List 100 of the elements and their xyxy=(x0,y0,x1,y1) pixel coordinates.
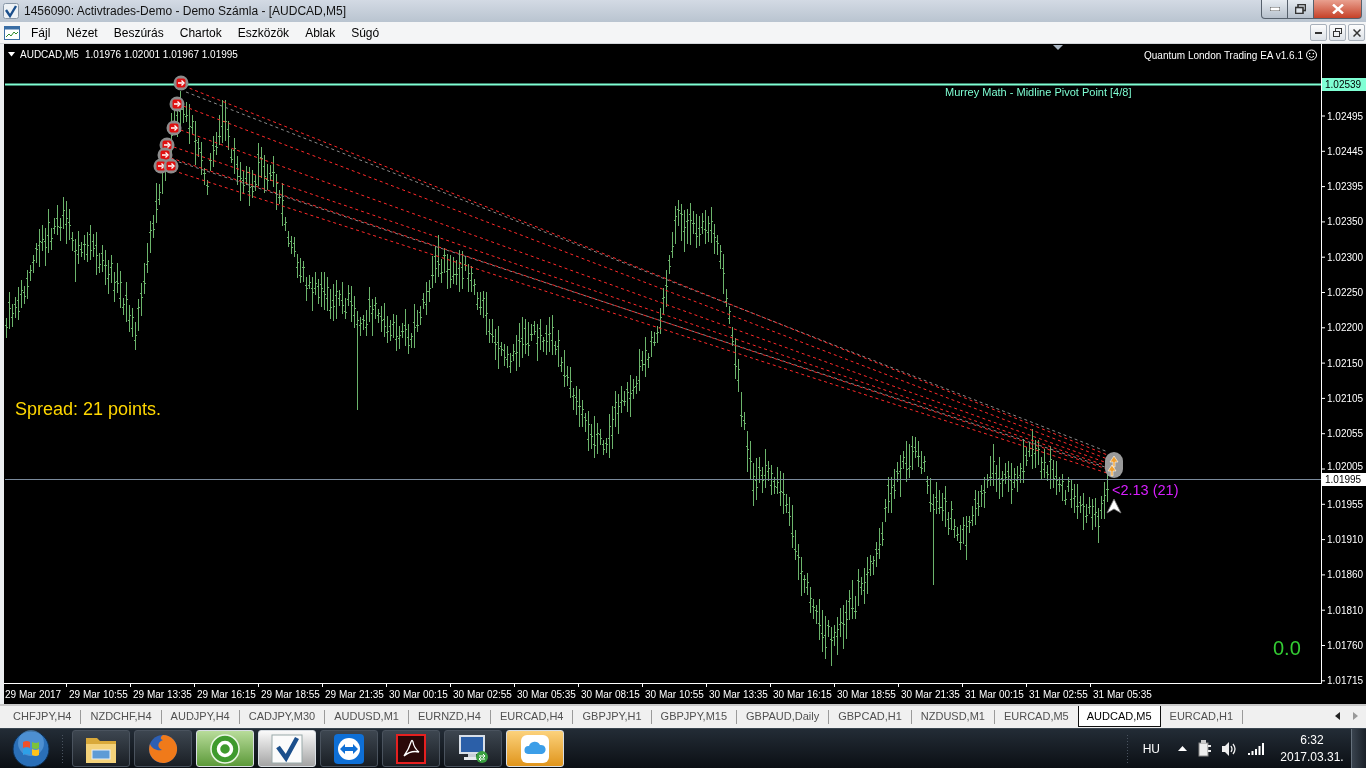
time-axis-label: 31 Mar 05:35 xyxy=(1093,689,1152,700)
menu-item[interactable]: Fájl xyxy=(23,23,59,42)
chart-tab[interactable]: AUDUSD,M1 xyxy=(325,706,408,727)
time-axis-label: 29 Mar 2017 xyxy=(5,689,62,700)
restore-icon xyxy=(1333,28,1342,37)
minimize-icon xyxy=(1269,7,1280,11)
taskbar-button[interactable] xyxy=(134,730,192,767)
time-axis-label: 30 Mar 02:55 xyxy=(453,689,512,700)
price-axis-label: 1.02005 xyxy=(1327,460,1364,472)
chart-tab[interactable]: GBPAUD,Daily xyxy=(737,706,829,727)
price-tag: 1.02539 xyxy=(1322,78,1366,91)
taskbar-button[interactable] xyxy=(444,730,502,767)
price-axis-label: 1.02105 xyxy=(1327,392,1364,404)
time-axis-label: 30 Mar 21:35 xyxy=(901,689,960,700)
price-axis-label: 1.02445 xyxy=(1327,145,1364,157)
close-button[interactable] xyxy=(1348,24,1365,41)
chart-tab[interactable]: NZDUSD,M1 xyxy=(911,706,994,727)
time-axis-label: 30 Mar 16:15 xyxy=(773,689,832,700)
price-axis-label: 1.02250 xyxy=(1327,287,1364,298)
chart-tab[interactable]: EURCAD,H4 xyxy=(490,706,573,727)
taskbar-button[interactable] xyxy=(382,730,440,767)
menu-item[interactable]: Beszúrás xyxy=(105,23,172,42)
menu-item[interactable]: Ablak xyxy=(297,23,344,42)
time-axis-label: 29 Mar 13:35 xyxy=(133,689,192,700)
time-axis-label: 30 Mar 18:55 xyxy=(837,689,896,700)
arrow-marker-icon xyxy=(169,96,185,112)
expert-name: Quantum London Trading EA v1.6.1 xyxy=(1144,50,1303,61)
chart-tab[interactable]: NZDCHF,H4 xyxy=(81,706,161,727)
speaker-icon[interactable] xyxy=(1222,741,1238,756)
price-axis-label: 1.01860 xyxy=(1327,569,1364,581)
monitor-icon xyxy=(457,733,489,764)
triangle-up-icon xyxy=(1178,746,1187,751)
restore-button[interactable] xyxy=(1329,24,1346,41)
triangle-right-icon xyxy=(1352,712,1358,720)
menu-item[interactable]: Chartok xyxy=(171,23,230,42)
window-title: 1456090: Activtrades-Demo - Demo Számla - [AUDCAD,M5] xyxy=(24,4,347,18)
minimize-button[interactable] xyxy=(1310,24,1327,41)
menu-item[interactable]: Súgó xyxy=(343,23,388,42)
restore-icon xyxy=(1295,4,1306,14)
price-axis-label: 1.02200 xyxy=(1327,322,1364,334)
price-axis-label: 1.02350 xyxy=(1327,216,1364,228)
taskbar-button[interactable] xyxy=(320,730,378,767)
ohlc-quotes: 1.01976 1.02001 1.01967 1.01995 xyxy=(85,49,238,60)
trade-label: <2.13 (21) xyxy=(1112,482,1179,498)
chart-tab[interactable]: CADJPY,M30 xyxy=(239,706,325,727)
pivot-label: Murrey Math - Midline Pivot Point [4/8] xyxy=(945,86,1132,98)
price-axis-label: 1.01955 xyxy=(1327,498,1364,510)
pdf-icon xyxy=(396,733,426,764)
time-axis-label: 30 Mar 00:15 xyxy=(389,689,448,700)
triangle-marker-icon xyxy=(1053,45,1063,50)
chart-tab[interactable]: EURCAD,M5 xyxy=(994,706,1078,727)
chart-tab[interactable]: EURNZD,H4 xyxy=(408,706,490,727)
arrow-marker-icon xyxy=(163,158,179,174)
menu-item[interactable]: Eszközök xyxy=(229,23,298,42)
power-plug-icon[interactable] xyxy=(1198,740,1212,757)
close-button[interactable] xyxy=(1314,0,1362,19)
chart-tab[interactable]: EURCAD,H1 xyxy=(1160,706,1243,727)
price-axis-label: 1.01810 xyxy=(1327,604,1364,616)
smiley-icon xyxy=(1306,49,1317,61)
restore-button[interactable] xyxy=(1288,0,1314,19)
chart-tab[interactable]: GBPJPY,H1 xyxy=(573,706,651,727)
price-axis-label: 1.02300 xyxy=(1327,251,1364,263)
start-orb-icon xyxy=(12,729,50,768)
price-axis-label: 1.02055 xyxy=(1327,428,1364,440)
close-icon xyxy=(1331,4,1344,14)
time-axis-label: 29 Mar 18:55 xyxy=(261,689,320,700)
price-axis-label: 1.02495 xyxy=(1327,110,1364,122)
time-axis-label: 29 Mar 21:35 xyxy=(325,689,384,700)
signal-bars-icon[interactable] xyxy=(1248,742,1264,755)
time-axis-label: 29 Mar 10:55 xyxy=(69,689,128,700)
price-axis-label: 1.02150 xyxy=(1327,357,1364,369)
spread-label: Spread: 21 points. xyxy=(15,399,162,419)
menu-item[interactable]: Nézet xyxy=(58,23,106,42)
close-icon xyxy=(1352,28,1361,37)
chart-tab[interactable]: AUDJPY,H4 xyxy=(161,706,239,727)
arrow-marker-icon xyxy=(166,120,182,136)
minimize-icon xyxy=(1315,31,1322,34)
chart-tab[interactable]: GBPJPY,M15 xyxy=(651,706,737,727)
chart-tab[interactable]: CHFJPY,H4 xyxy=(4,706,81,727)
minimize-button[interactable] xyxy=(1261,0,1288,19)
price-axis-label: 1.01910 xyxy=(1327,534,1364,546)
arrowhead-icon xyxy=(1106,498,1122,514)
time-axis-label: 29 Mar 16:15 xyxy=(197,689,256,700)
checkmark-icon xyxy=(271,733,303,764)
triangle-left-icon xyxy=(1334,712,1340,720)
chart-tab[interactable]: GBPCAD,H1 xyxy=(829,706,911,727)
taskbar-button[interactable] xyxy=(72,730,130,767)
show-desktop-button[interactable] xyxy=(1351,729,1366,768)
language-button[interactable]: HU xyxy=(1136,738,1166,759)
clock-button[interactable]: 6:32 2017.03.31. xyxy=(1277,731,1347,766)
chart-tab[interactable]: AUDCAD,M5 xyxy=(1077,706,1161,727)
ring-logo-icon xyxy=(210,733,240,764)
price-axis-label: 1.01760 xyxy=(1327,640,1364,651)
time-axis-label: 30 Mar 13:35 xyxy=(709,689,768,700)
time-axis-label: 30 Mar 10:55 xyxy=(645,689,704,700)
fox-globe-icon xyxy=(148,733,178,764)
price-axis-label: 1.02395 xyxy=(1327,181,1364,193)
chart-symbol: AUDCAD,M5 xyxy=(20,49,79,60)
time-axis-label: 30 Mar 08:15 xyxy=(581,689,640,700)
time-axis-label: 31 Mar 00:15 xyxy=(965,689,1024,700)
